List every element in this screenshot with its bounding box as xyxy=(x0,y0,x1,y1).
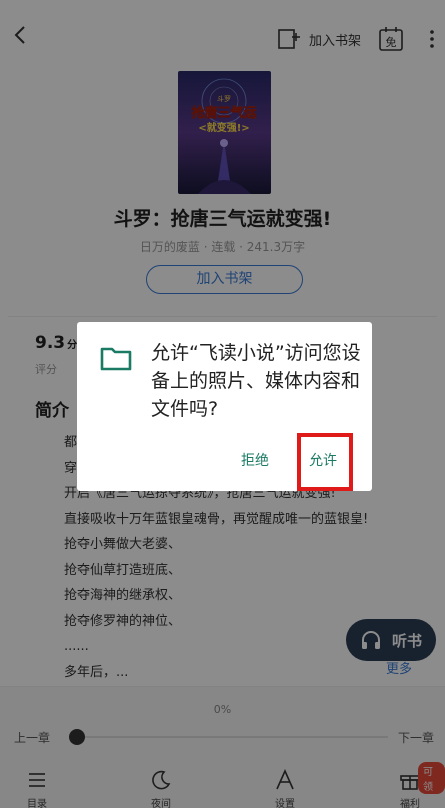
deny-button[interactable]: 拒绝 xyxy=(241,450,269,470)
folder-icon xyxy=(100,347,132,371)
allow-button-highlight xyxy=(297,433,353,491)
permission-message: 允许“飞读小说”访问您设备上的照片、媒体内容和文件吗? xyxy=(151,342,361,420)
